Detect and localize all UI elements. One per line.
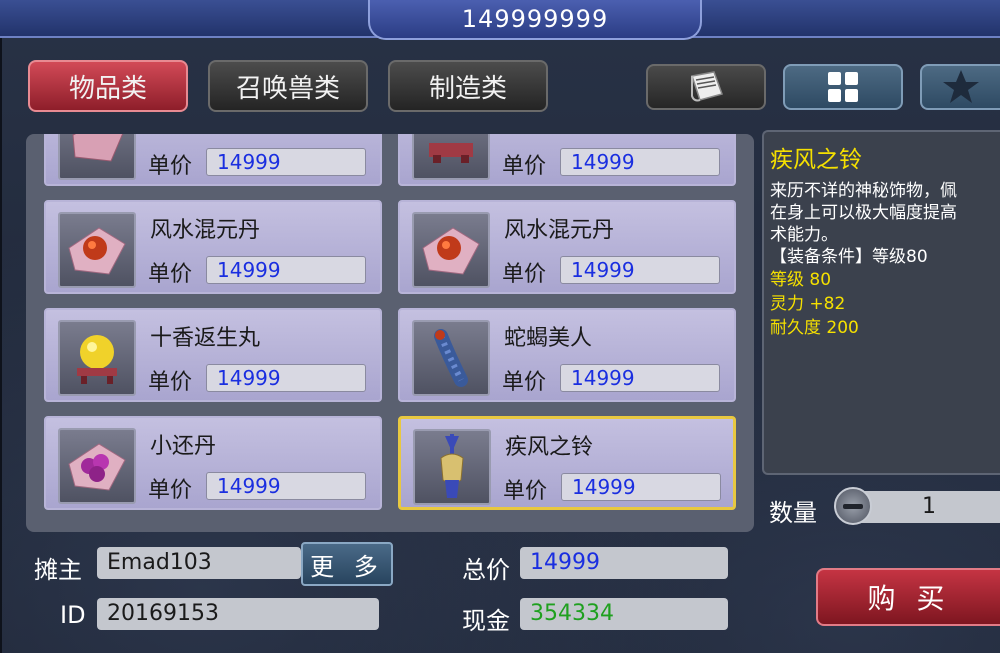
- detail-description-line: 在身上可以极大幅度提高: [770, 203, 957, 223]
- id-label: ID: [60, 601, 86, 629]
- tab-items[interactable]: 物品类: [28, 60, 188, 112]
- star-icon: [943, 70, 979, 103]
- golden-orb-icon: [58, 320, 136, 396]
- detail-title: 疾风之铃: [770, 147, 862, 173]
- id-field: 20169153: [97, 598, 379, 630]
- centipede-icon: [412, 320, 490, 396]
- price-field: 14999: [560, 364, 720, 392]
- quantity-decrease-button[interactable]: [834, 487, 872, 525]
- total-price-field: 14999: [520, 547, 728, 579]
- buy-button[interactable]: 购 买: [816, 568, 1000, 626]
- item-card[interactable]: 十香返生丸 单价 14999: [44, 308, 382, 402]
- detail-requirement: 【装备条件】等级80: [770, 247, 928, 267]
- detail-description-line: 来历不详的神秘饰物，佩: [770, 181, 957, 201]
- price-field: 14999: [560, 148, 720, 176]
- tab-crafting[interactable]: 制造类: [388, 60, 548, 112]
- seller-field: Emad103: [97, 547, 301, 579]
- cloth-item-icon: [58, 134, 136, 180]
- scroll-button[interactable]: [646, 64, 766, 110]
- price-field: 14999: [206, 256, 366, 284]
- pill-on-cloth-icon: [58, 212, 136, 288]
- item-card[interactable]: 小还丹 单价 14999: [44, 416, 382, 510]
- item-card[interactable]: 风水混元丹 单价 14999: [398, 200, 736, 294]
- price-field: 14999: [560, 256, 720, 284]
- more-button[interactable]: 更 多: [301, 542, 393, 586]
- tab-pets[interactable]: 召唤兽类: [208, 60, 368, 112]
- detail-stat: 耐久度 200: [770, 318, 859, 338]
- bell-charm-icon: [413, 429, 491, 505]
- price-field: 14999: [206, 364, 366, 392]
- altar-item-icon: [412, 134, 490, 180]
- pill-on-cloth-icon: [412, 212, 490, 288]
- scroll-icon: [691, 71, 723, 102]
- item-list[interactable]: 单价 14999 单价 14999 风水混元丹 单价 14999 风水混元丹 单: [26, 134, 754, 532]
- item-detail-panel: 疾风之铃 来历不详的神秘饰物，佩 在身上可以极大幅度提高 术能力。 【装备条件】…: [762, 130, 1000, 475]
- seller-label: 摊主: [34, 556, 82, 584]
- price-field: 14999: [561, 473, 721, 501]
- price-field: 14999: [206, 472, 366, 500]
- total-price-label: 总价: [462, 556, 510, 584]
- price-field: 14999: [206, 148, 366, 176]
- grid-view-button[interactable]: [783, 64, 903, 110]
- cash-label: 现金: [462, 607, 510, 635]
- item-card[interactable]: 蛇蝎美人 单价 14999: [398, 308, 736, 402]
- grid-icon: [828, 72, 858, 102]
- purple-pills-icon: [58, 428, 136, 504]
- item-card[interactable]: 风水混元丹 单价 14999: [44, 200, 382, 294]
- detail-description-line: 术能力。: [770, 225, 838, 245]
- item-card[interactable]: 单价 14999: [398, 134, 736, 186]
- quantity-input[interactable]: 1: [858, 491, 1000, 523]
- item-card-selected[interactable]: 疾风之铃 单价 14999: [398, 416, 736, 510]
- cash-field: 354334: [520, 598, 728, 630]
- detail-stat: 等级 80: [770, 270, 832, 290]
- minus-icon: [843, 503, 863, 509]
- detail-stat: 灵力 +82: [770, 294, 846, 314]
- item-card[interactable]: 单价 14999: [44, 134, 382, 186]
- header-title: 149999999: [368, 0, 702, 40]
- quantity-label: 数量: [769, 499, 817, 527]
- favorites-button[interactable]: [920, 64, 1000, 110]
